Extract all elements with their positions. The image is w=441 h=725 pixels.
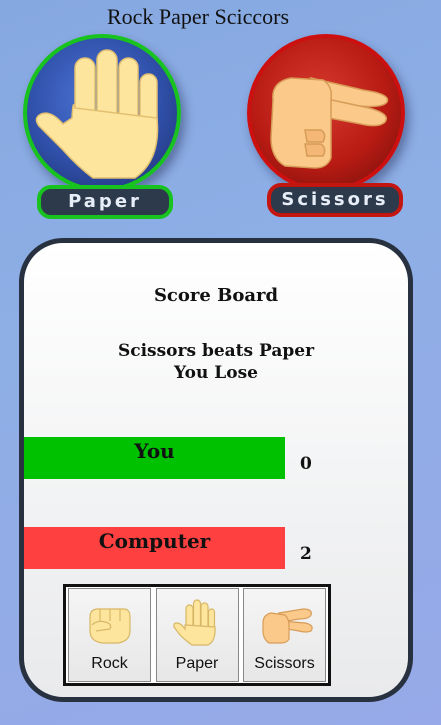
computer-score-bar: Computer [24, 527, 285, 569]
player-score-label: You [134, 439, 175, 463]
raised-hand-icon [172, 599, 216, 646]
round-outcome-text: You Lose [174, 363, 258, 383]
paper-button-label: Paper [175, 655, 219, 672]
computer-choice-label: Scissors [267, 183, 403, 217]
player-score-value: 0 [300, 454, 312, 474]
player-score-bar: You [24, 437, 285, 479]
choice-buttons-row: Rock Paper Scissors [63, 584, 331, 686]
computer-score-label: Computer [98, 529, 211, 553]
round-result-text: Scissors beats Paper [117, 341, 315, 361]
scissors-button-label: Scissors [254, 655, 315, 672]
fist-icon [89, 608, 131, 644]
score-board-title: Score Board [153, 285, 279, 306]
computer-score-value: 2 [300, 544, 312, 564]
score-board: Score Board Scissors beats Paper You Los… [19, 238, 413, 702]
paper-button[interactable]: Paper [155, 588, 239, 682]
player-hand-display [23, 34, 181, 192]
scissors-button[interactable]: Scissors [243, 588, 326, 682]
rock-button-label: Rock [91, 655, 128, 672]
scissors-hand-icon [270, 76, 389, 169]
rock-button[interactable]: Rock [68, 588, 151, 682]
scissors-hand-icon [262, 608, 313, 644]
game-title: Rock Paper Sciccors [106, 4, 290, 29]
computer-hand-display [247, 34, 405, 192]
player-choice-label: Paper [37, 185, 173, 219]
raised-hand-icon [35, 49, 159, 179]
